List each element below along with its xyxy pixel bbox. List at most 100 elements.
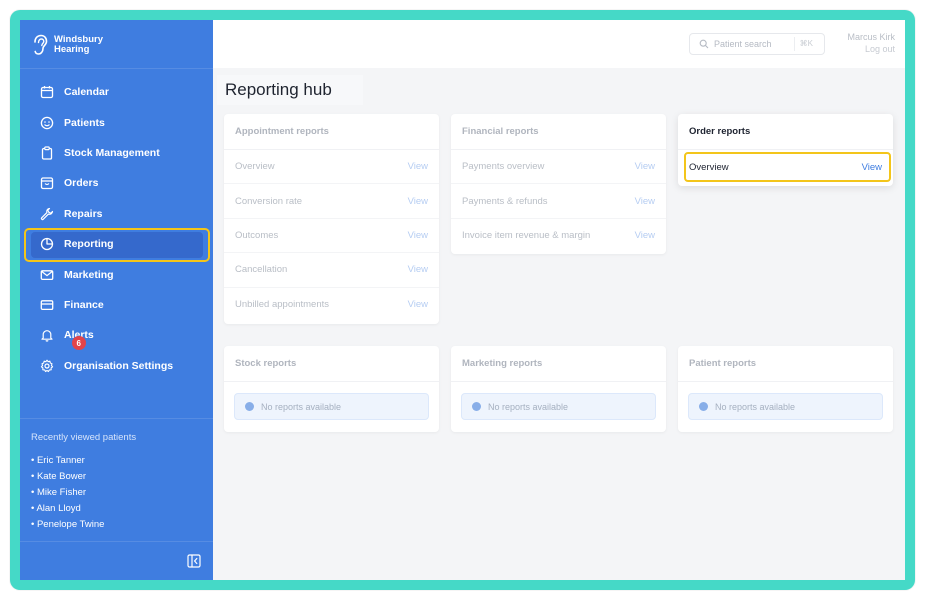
report-name: Payments & refunds (462, 195, 548, 207)
sidebar-item-label: Repairs (64, 207, 103, 220)
report-row: Conversion rate View (224, 184, 439, 219)
card-title: Appointment reports (224, 114, 439, 150)
empty-message: No reports available (488, 401, 569, 412)
patient-reports-card: Patient reports No reports available (678, 346, 893, 432)
stock-reports-card: Stock reports No reports available (224, 346, 439, 432)
sidebar-item-repairs[interactable]: Repairs (20, 199, 213, 229)
sidebar: Windsbury Hearing Calendar Patients Stoc… (20, 20, 213, 580)
empty-state: No reports available (234, 393, 429, 420)
divider (20, 541, 213, 542)
sidebar-item-finance[interactable]: Finance (20, 290, 213, 320)
user-name: Marcus Kirk (847, 32, 895, 42)
card-icon (40, 298, 54, 312)
main-content: Patient search ⌘K Marcus Kirk Log out Re… (213, 20, 905, 580)
report-name: Overview (235, 161, 275, 173)
view-link[interactable]: View (635, 230, 655, 241)
card-title: Marketing reports (451, 346, 666, 382)
sidebar-item-label: Finance (64, 298, 104, 311)
patient-search-input[interactable]: Patient search ⌘K (689, 33, 825, 55)
user-menu: Marcus Kirk Log out (847, 31, 895, 55)
info-icon (245, 402, 254, 411)
card-title: Financial reports (451, 114, 666, 150)
search-placeholder: Patient search (714, 39, 772, 49)
info-icon (472, 402, 481, 411)
top-bar: Patient search ⌘K Marcus Kirk Log out (213, 20, 905, 68)
view-link[interactable]: View (862, 162, 882, 173)
empty-state: No reports available (461, 393, 656, 420)
sidebar-item-label: Patients (64, 116, 105, 129)
recent-patient-link[interactable]: • Eric Tanner (31, 453, 104, 469)
report-name: Cancellation (235, 264, 288, 276)
sidebar-item-stock-management[interactable]: Stock Management (20, 138, 213, 168)
recent-patient-link[interactable]: • Penelope Twine (31, 517, 104, 533)
view-link[interactable]: View (635, 196, 655, 207)
sidebar-item-patients[interactable]: Patients (20, 107, 213, 137)
financial-reports-card: Financial reports Payments overview View … (451, 114, 666, 254)
brand-line-2: Hearing (54, 44, 90, 55)
recent-patient-link[interactable]: • Kate Bower (31, 469, 104, 485)
sidebar-item-marketing[interactable]: Marketing (20, 259, 213, 289)
view-link[interactable]: View (408, 196, 428, 207)
bell-icon (40, 328, 54, 342)
sidebar-item-alerts[interactable]: Alerts 6 (20, 320, 213, 351)
empty-message: No reports available (715, 401, 796, 412)
sidebar-item-label: Orders (64, 177, 99, 190)
recent-patients-heading: Recently viewed patients (31, 432, 137, 443)
pie-chart-icon (40, 237, 54, 251)
gear-icon (40, 359, 54, 373)
marketing-reports-card: Marketing reports No reports available (451, 346, 666, 432)
info-icon (699, 402, 708, 411)
report-row: Payments overview View (451, 150, 666, 185)
sidebar-item-label: Reporting (64, 238, 114, 251)
brand-name: Windsbury Hearing (54, 35, 103, 55)
order-reports-card: Order reports Overview View (678, 114, 893, 186)
sidebar-item-reporting[interactable]: Reporting (20, 227, 213, 262)
view-link[interactable]: View (408, 299, 428, 310)
report-name: Conversion rate (235, 195, 303, 207)
report-row: Overview View (224, 150, 439, 185)
brand-logo[interactable]: Windsbury Hearing (32, 32, 103, 58)
app-window: Windsbury Hearing Calendar Patients Stoc… (20, 20, 905, 580)
report-name: Unbilled appointments (235, 299, 330, 311)
search-icon (699, 39, 709, 49)
sidebar-item-label: Stock Management (64, 146, 160, 159)
page-title: Reporting hub (217, 75, 363, 105)
divider (20, 418, 213, 419)
sidebar-item-label: Calendar (64, 86, 109, 99)
report-row: Payments & refunds View (451, 184, 666, 219)
report-row: Unbilled appointments View (224, 288, 439, 322)
appointment-reports-card: Appointment reports Overview View Convers… (224, 114, 439, 324)
calendar-icon (40, 85, 54, 99)
alerts-count-badge: 6 (71, 336, 86, 351)
empty-state: No reports available (688, 393, 883, 420)
recent-patients-list: • Eric Tanner • Kate Bower • Mike Fisher… (31, 453, 104, 533)
collapse-sidebar-icon[interactable] (187, 554, 201, 568)
recent-patient-link[interactable]: • Mike Fisher (31, 485, 104, 501)
report-row: Invoice item revenue & margin View (451, 219, 666, 253)
ear-logo-icon (34, 34, 48, 55)
box-icon (40, 176, 54, 190)
report-name: Outcomes (235, 229, 279, 241)
view-link[interactable]: View (408, 230, 428, 241)
divider (20, 68, 213, 69)
card-title: Order reports (678, 114, 893, 150)
sidebar-item-label: Organisation Settings (64, 359, 174, 372)
wrench-icon (40, 207, 54, 221)
view-link[interactable]: View (408, 161, 428, 172)
report-name: Overview (689, 161, 729, 173)
sidebar-item-orders[interactable]: Orders (20, 168, 213, 198)
card-title: Stock reports (224, 346, 439, 382)
logout-link[interactable]: Log out (847, 43, 895, 55)
active-indicator (31, 231, 203, 258)
view-link[interactable]: View (408, 264, 428, 275)
smile-icon (40, 116, 54, 130)
report-row: Outcomes View (224, 219, 439, 254)
recent-patient-link[interactable]: • Alan Lloyd (31, 501, 104, 517)
sidebar-item-organisation-settings[interactable]: Organisation Settings (20, 351, 213, 381)
card-title: Patient reports (678, 346, 893, 382)
report-row: Cancellation View (224, 253, 439, 288)
view-link[interactable]: View (635, 161, 655, 172)
sidebar-item-calendar[interactable]: Calendar (20, 77, 213, 107)
clipboard-icon (40, 146, 54, 160)
search-shortcut: ⌘K (793, 37, 818, 51)
